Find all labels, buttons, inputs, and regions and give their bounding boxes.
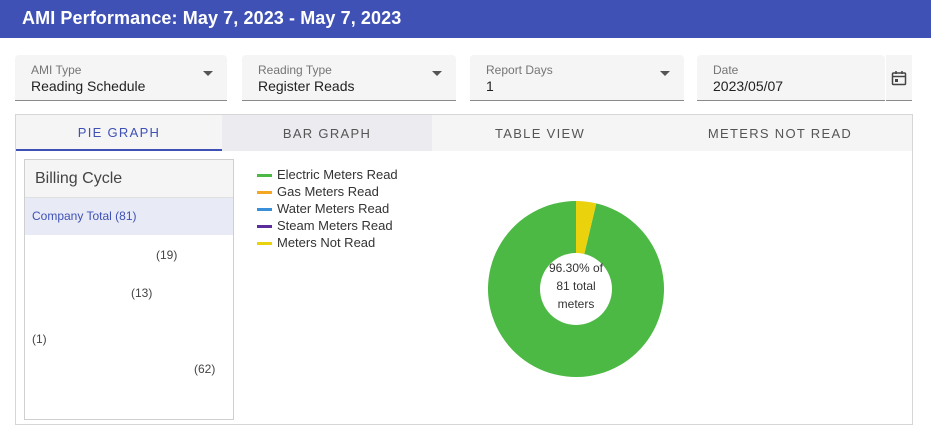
legend-swatch — [257, 174, 272, 177]
report-days-value: 1 — [486, 78, 494, 94]
legend-label: Electric Meters Read — [277, 167, 398, 182]
legend-item-gas[interactable]: Gas Meters Read — [257, 184, 457, 201]
tab-bar-graph[interactable]: BAR GRAPH — [222, 115, 432, 151]
chevron-down-icon — [432, 71, 442, 76]
donut-chart: 96.30% of 81 total meters — [488, 201, 664, 377]
list-item[interactable]: (1) — [32, 332, 47, 346]
ami-type-select[interactable]: AMI Type Reading Schedule — [15, 55, 227, 101]
chevron-down-icon — [203, 71, 213, 76]
center-text-line-2: 81 total — [556, 279, 595, 293]
legend-item-water[interactable]: Water Meters Read — [257, 201, 457, 218]
billing-cycle-list: Billing Cycle Company Total (81) (19) (1… — [24, 159, 234, 420]
calendar-icon — [891, 70, 907, 85]
report-days-select[interactable]: Report Days 1 — [470, 55, 684, 101]
date-field[interactable]: Date 2023/05/07 — [697, 55, 885, 101]
center-text-line-1: 96.30% of — [549, 261, 604, 275]
report-days-label: Report Days — [486, 63, 553, 77]
list-item[interactable]: (19) — [156, 248, 177, 262]
reading-type-value: Register Reads — [258, 78, 355, 94]
list-item-label: Company Total (81) — [32, 209, 137, 223]
legend-swatch — [257, 242, 272, 245]
reading-type-select[interactable]: Reading Type Register Reads — [242, 55, 456, 101]
date-value: 2023/05/07 — [713, 78, 784, 94]
tab-meters-not-read[interactable]: METERS NOT READ — [648, 115, 912, 151]
reading-type-label: Reading Type — [258, 63, 332, 77]
calendar-button[interactable] — [886, 55, 912, 101]
legend-label: Water Meters Read — [277, 201, 390, 216]
date-label: Date — [713, 63, 739, 77]
legend-label: Gas Meters Read — [277, 184, 379, 199]
billing-cycle-title: Billing Cycle — [25, 160, 233, 198]
legend-item-steam[interactable]: Steam Meters Read — [257, 218, 457, 235]
chevron-down-icon — [660, 71, 670, 76]
list-item-company-total[interactable]: Company Total (81) — [25, 198, 233, 235]
list-item[interactable]: (62) — [194, 362, 215, 376]
legend-label: Meters Not Read — [277, 235, 376, 250]
tab-table-view[interactable]: TABLE VIEW — [432, 115, 648, 151]
ami-type-value: Reading Schedule — [31, 78, 146, 94]
tab-bar: PIE GRAPH BAR GRAPH TABLE VIEW METERS NO… — [16, 115, 912, 151]
app-header: AMI Performance: May 7, 2023 - May 7, 20… — [0, 0, 931, 38]
tab-pie-graph[interactable]: PIE GRAPH — [16, 115, 222, 151]
legend-swatch — [257, 225, 272, 228]
ami-type-label: AMI Type — [31, 63, 82, 77]
legend-item-not-read[interactable]: Meters Not Read — [257, 235, 457, 252]
legend-swatch — [257, 208, 272, 211]
legend-item-electric[interactable]: Electric Meters Read — [257, 167, 457, 184]
legend-swatch — [257, 191, 272, 194]
report-panel: PIE GRAPH BAR GRAPH TABLE VIEW METERS NO… — [15, 114, 913, 425]
page-title: AMI Performance: May 7, 2023 - May 7, 20… — [22, 8, 402, 28]
list-item[interactable]: (13) — [131, 286, 152, 300]
legend-label: Steam Meters Read — [277, 218, 393, 233]
center-text-line-3: meters — [558, 297, 595, 311]
